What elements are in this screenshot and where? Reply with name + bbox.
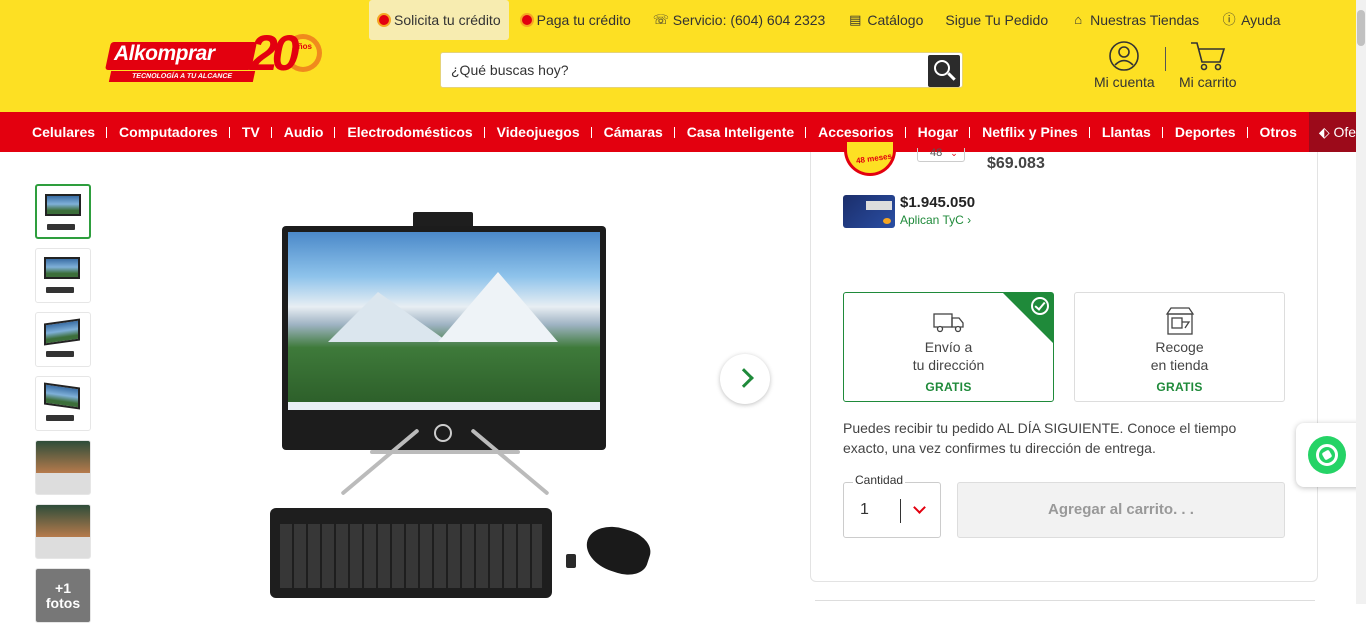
page-scrollbar[interactable]	[1356, 0, 1366, 604]
toplink-label: Nuestras Tiendas	[1090, 12, 1200, 28]
chevron-down-icon	[913, 501, 926, 514]
installments-select[interactable]: 48 ⌄	[917, 148, 965, 162]
nav-tv[interactable]: TV	[230, 112, 272, 152]
account-label: Mi cuenta	[1094, 74, 1155, 90]
mouse	[580, 519, 656, 581]
quantity-value: 1	[860, 501, 869, 518]
nav-computadores[interactable]: Computadores	[107, 112, 230, 152]
toplink-label: Solicita tu crédito	[394, 12, 501, 28]
nav-otros[interactable]: Otros	[1248, 112, 1309, 152]
shipping-option-store[interactable]: Recoge en tienda GRATIS	[1074, 292, 1285, 402]
header: Alkomprar TECNOLOGÍA A TU ALCANCE 20 Año…	[0, 0, 1366, 112]
user-icon	[1094, 40, 1155, 74]
search-button[interactable]	[928, 55, 960, 87]
toplink-sigue-pedido[interactable]: Sigue Tu Pedido	[934, 0, 1059, 40]
chevron-right-icon	[734, 368, 754, 388]
check-icon	[1031, 297, 1049, 315]
toplink-tiendas[interactable]: ⌂ Nuestras Tiendas	[1059, 0, 1210, 40]
nav-camaras[interactable]: Cámaras	[592, 112, 675, 152]
search-bar	[440, 52, 963, 88]
cart-button[interactable]: Mi carrito	[1179, 40, 1237, 90]
thumbnail[interactable]	[35, 184, 91, 239]
logo-tagline: TECNOLOGÍA A TU ALCANCE	[108, 71, 256, 82]
toplink-solicita-credito[interactable]: Solicita tu crédito	[369, 0, 509, 40]
add-to-cart-button[interactable]: Agregar al carrito. . .	[957, 482, 1285, 538]
cart-icon	[1179, 40, 1237, 74]
nav-netflix-pines[interactable]: Netflix y Pines	[970, 112, 1090, 152]
toplink-label: Ayuda	[1241, 12, 1281, 28]
credit-coin-icon	[377, 13, 391, 27]
toplink-label: Catálogo	[867, 12, 924, 28]
shipping-option-label: en tienda	[1150, 357, 1209, 373]
monitor-stand	[310, 428, 580, 496]
account-divider	[1165, 47, 1166, 71]
card-price: $1.945.050	[900, 194, 976, 211]
headset-icon: ☏	[652, 12, 670, 27]
nav-electrodomesticos[interactable]: Electrodomésticos	[335, 112, 485, 152]
pay-coin-icon	[519, 13, 534, 27]
search-input[interactable]	[441, 53, 921, 87]
usb-dongle	[566, 554, 576, 568]
toplink-paga-credito[interactable]: Paga tu crédito	[509, 0, 642, 40]
scrollbar-thumb[interactable]	[1357, 10, 1365, 46]
monitor	[282, 226, 606, 450]
catalog-book-icon: ▤	[849, 12, 862, 27]
quantity-select[interactable]: 1	[843, 482, 941, 538]
thumbnail[interactable]	[35, 312, 91, 367]
purchase-panel: 48 meses 48 ⌄ $69.083 $1.945.050 Aplican …	[810, 142, 1318, 582]
keyboard	[270, 508, 552, 598]
toplink-ayuda[interactable]: ⓘ Ayuda	[1210, 0, 1291, 40]
more-photos-thumbnail[interactable]: +1 fotos	[35, 568, 91, 623]
store-pickup-icon	[1163, 306, 1197, 336]
thumbnail[interactable]	[35, 248, 91, 303]
nav-hogar[interactable]: Hogar	[906, 112, 971, 152]
toplink-servicio[interactable]: ☏ Servicio: (604) 604 2323	[642, 0, 837, 40]
nav-audio[interactable]: Audio	[272, 112, 336, 152]
account-button[interactable]: Mi cuenta	[1094, 40, 1155, 90]
info-icon: ⓘ	[1222, 12, 1236, 27]
toplink-label: Servicio: (604) 604 2323	[672, 12, 826, 28]
toplink-catalogo[interactable]: ▤ Catálogo	[836, 0, 934, 40]
whatsapp-icon	[1308, 436, 1346, 474]
thumbnail[interactable]	[35, 376, 91, 431]
shipping-option-home[interactable]: Envío a tu dirección GRATIS	[843, 292, 1054, 402]
shipping-option-label: Recoge	[1155, 339, 1204, 355]
logo-brand-text: Alkomprar	[114, 42, 215, 65]
nav-celulares[interactable]: Celulares	[20, 112, 108, 152]
nav-casa-inteligente[interactable]: Casa Inteligente	[675, 112, 807, 152]
tag-icon: ⬖	[1318, 124, 1334, 140]
chevron-down-icon: ⌄	[950, 148, 958, 158]
shipping-option-price: GRATIS	[925, 380, 972, 394]
category-nav: Celulares Computadores TV Audio Electrod…	[0, 112, 1366, 152]
product-main-image[interactable]	[270, 212, 660, 604]
store-icon: ⌂	[1074, 12, 1083, 27]
toplink-label: Sigue Tu Pedido	[945, 12, 1049, 28]
quantity-label: Cantidad	[853, 473, 906, 487]
installments-badge: 48 meses	[844, 142, 896, 176]
nav-videojuegos[interactable]: Videojuegos	[485, 112, 592, 152]
logo-anniversary-number: 20	[250, 25, 300, 81]
thumbnail[interactable]	[35, 440, 91, 495]
installment-price: $69.083	[987, 155, 1045, 172]
more-photos-count: +1	[55, 580, 71, 596]
chevron-right-icon: ›	[967, 213, 972, 227]
credit-card-icon	[843, 195, 895, 228]
alkomprar-logo[interactable]: Alkomprar TECNOLOGÍA A TU ALCANCE 20 Año…	[105, 25, 323, 86]
logo-anniversary-word: Años	[292, 42, 312, 51]
shipping-option-price: GRATIS	[1156, 380, 1203, 394]
nav-llantas[interactable]: Llantas	[1090, 112, 1163, 152]
delivery-info-text: Puedes recibir tu pedido AL DÍA SIGUIENT…	[843, 420, 1237, 456]
truck-icon	[932, 306, 966, 336]
nav-deportes[interactable]: Deportes	[1163, 112, 1248, 152]
card-terms-link[interactable]: Aplican TyC ›	[900, 213, 971, 227]
cart-label: Mi carrito	[1179, 74, 1237, 90]
thumbnail[interactable]	[35, 504, 91, 559]
top-links: Solicita tu crédito Paga tu crédito ☏ Se…	[369, 0, 1292, 40]
shipping-option-label: tu dirección	[912, 357, 985, 373]
next-image-button[interactable]	[720, 354, 770, 404]
toplink-label: Paga tu crédito	[536, 12, 631, 28]
divider	[815, 600, 1315, 601]
thumbnail-list: +1 fotos	[35, 184, 91, 632]
